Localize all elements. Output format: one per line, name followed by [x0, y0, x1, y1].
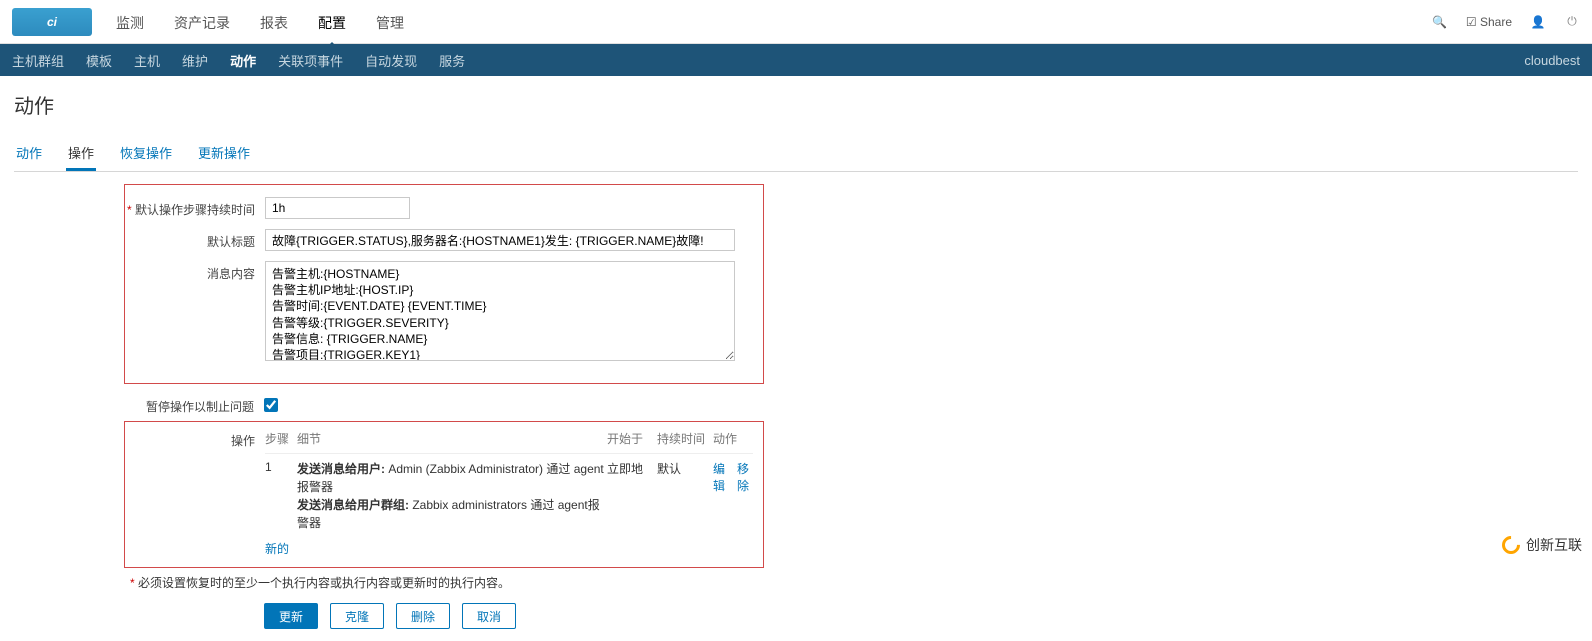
hint-row: * 必须设置恢复时的至少一个执行内容或执行内容或更新时的执行内容。	[124, 568, 764, 591]
tab-operation[interactable]: 操作	[66, 137, 96, 171]
operation-config-box: 默认操作步骤持续时间 默认标题 消息内容 告警主机:{HOSTNAME} 告警主…	[124, 184, 764, 384]
form-wrap: 默认操作步骤持续时间 默认标题 消息内容 告警主机:{HOSTNAME} 告警主…	[14, 184, 1578, 629]
step-duration-input[interactable]	[265, 197, 410, 219]
sub-templates[interactable]: 模板	[86, 51, 112, 70]
message-label: 消息内容	[125, 261, 265, 361]
power-icon[interactable]: ⏻	[1564, 14, 1580, 30]
top-menu-monitor[interactable]: 监测	[112, 3, 148, 41]
sub-hosts[interactable]: 主机	[134, 51, 160, 70]
row-duration: 默认	[657, 460, 713, 532]
row-detail-2-prefix: 发送消息给用户群组:	[297, 498, 409, 512]
top-menu-config[interactable]: 配置	[314, 3, 350, 41]
operations-row: 1 发送消息给用户: Admin (Zabbix Administrator) …	[265, 454, 753, 532]
top-right: 🔍 ☑ Share 👤 ⏻	[1432, 14, 1580, 30]
pause-label: 暂停操作以制止问题	[124, 394, 264, 415]
clone-button[interactable]: 克隆	[330, 603, 384, 629]
col-start: 开始于	[607, 430, 657, 447]
sub-hostgroups[interactable]: 主机群组	[12, 51, 64, 70]
remove-link[interactable]: 移除	[737, 460, 753, 532]
watermark: 创新互联	[1502, 535, 1582, 555]
watermark-icon	[1498, 532, 1523, 557]
sub-account[interactable]: cloudbest	[1524, 53, 1580, 68]
page-title: 动作	[0, 76, 1592, 127]
sub-bar: 主机群组 模板 主机 维护 动作 关联项事件 自动发现 服务 cloudbest	[0, 44, 1592, 76]
default-title-label: 默认标题	[125, 229, 265, 251]
step-duration-label: 默认操作步骤持续时间	[125, 197, 265, 219]
pause-checkbox[interactable]	[264, 398, 278, 412]
new-operation-link[interactable]: 新的	[265, 542, 289, 556]
share-button[interactable]: ☑ Share	[1466, 15, 1512, 29]
row-actions: 编辑 移除	[713, 460, 753, 532]
share-icon: ☑	[1466, 15, 1477, 29]
sub-actions[interactable]: 动作	[230, 51, 256, 70]
sub-correlation[interactable]: 关联项事件	[278, 51, 343, 70]
cancel-button[interactable]: 取消	[462, 603, 516, 629]
tab-update[interactable]: 更新操作	[196, 137, 252, 171]
button-row: 更新 克隆 删除 取消	[264, 603, 1578, 629]
operations-label: 操作	[125, 430, 265, 557]
search-icon[interactable]: 🔍	[1432, 14, 1448, 30]
sub-discovery[interactable]: 自动发现	[365, 51, 417, 70]
top-menu-manage[interactable]: 管理	[372, 3, 408, 41]
logo[interactable]: ci	[12, 8, 92, 36]
col-action: 动作	[713, 430, 753, 447]
top-bar: ci 监测 资产记录 报表 配置 管理 🔍 ☑ Share 👤 ⏻	[0, 0, 1592, 44]
sub-maintenance[interactable]: 维护	[182, 51, 208, 70]
row-start: 立即地	[607, 460, 657, 532]
tab-recovery[interactable]: 恢复操作	[118, 137, 174, 171]
operations-box: 操作 步骤 细节 开始于 持续时间 动作 1 发送消息给用户: Admin (Z…	[124, 421, 764, 568]
watermark-text: 创新互联	[1526, 535, 1582, 555]
top-menu-asset[interactable]: 资产记录	[170, 3, 234, 41]
col-duration: 持续时间	[657, 430, 713, 447]
operations-header: 步骤 细节 开始于 持续时间 动作	[265, 430, 753, 454]
row-step: 1	[265, 460, 297, 532]
update-button[interactable]: 更新	[264, 603, 318, 629]
pause-row: 暂停操作以制止问题	[124, 394, 1578, 415]
tab-bar: 动作 操作 恢复操作 更新操作	[14, 137, 1578, 172]
message-textarea[interactable]: 告警主机:{HOSTNAME} 告警主机IP地址:{HOST.IP} 告警时间:…	[265, 261, 735, 361]
tab-action[interactable]: 动作	[14, 137, 44, 171]
user-icon[interactable]: 👤	[1530, 14, 1546, 30]
col-step: 步骤	[265, 430, 297, 447]
row-detail: 发送消息给用户: Admin (Zabbix Administrator) 通过…	[297, 460, 607, 532]
default-title-input[interactable]	[265, 229, 735, 251]
delete-button[interactable]: 删除	[396, 603, 450, 629]
edit-link[interactable]: 编辑	[713, 460, 729, 532]
hint-text: 必须设置恢复时的至少一个执行内容或执行内容或更新时的执行内容。	[135, 576, 510, 590]
top-menu-report[interactable]: 报表	[256, 3, 292, 41]
top-menu: 监测 资产记录 报表 配置 管理	[112, 3, 408, 41]
sub-services[interactable]: 服务	[439, 51, 465, 70]
col-detail: 细节	[297, 430, 607, 447]
row-detail-1-prefix: 发送消息给用户:	[297, 462, 385, 476]
